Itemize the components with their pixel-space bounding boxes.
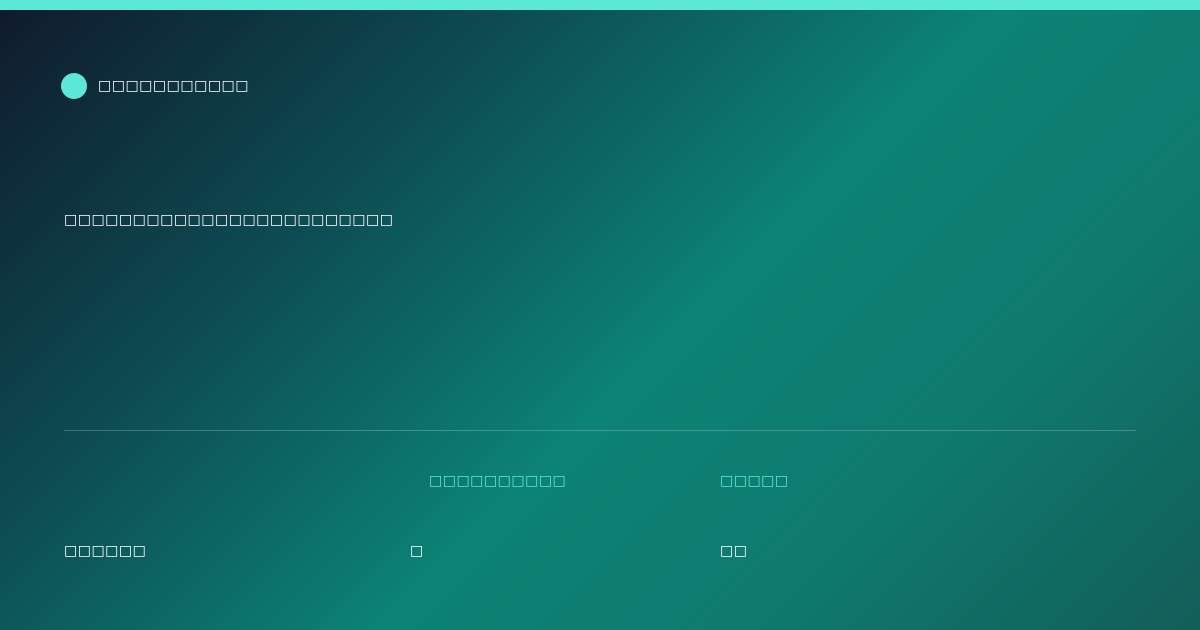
- headline: □□□□□□□□□□□□□□□□□□□□□□□□: [64, 212, 394, 228]
- stat-value-2: □: [410, 543, 424, 559]
- stat-label-2: □□□□□□□□□□: [429, 473, 567, 489]
- divider: [64, 430, 1136, 431]
- brand-header: □□□□□□□□□□□: [61, 73, 249, 99]
- brand-logo-dot: [61, 73, 87, 99]
- stat-value-3: □□: [720, 543, 748, 559]
- brand-name: □□□□□□□□□□□: [98, 78, 250, 94]
- share-card: □□□□□□□□□□□ □□□□□□□□□□□□□□□□□□□□□□□□ □□□…: [0, 0, 1200, 630]
- stat-value-1: □□□□□□: [64, 543, 147, 559]
- accent-top-bar: [0, 0, 1200, 10]
- stat-label-3: □□□□□: [720, 473, 789, 489]
